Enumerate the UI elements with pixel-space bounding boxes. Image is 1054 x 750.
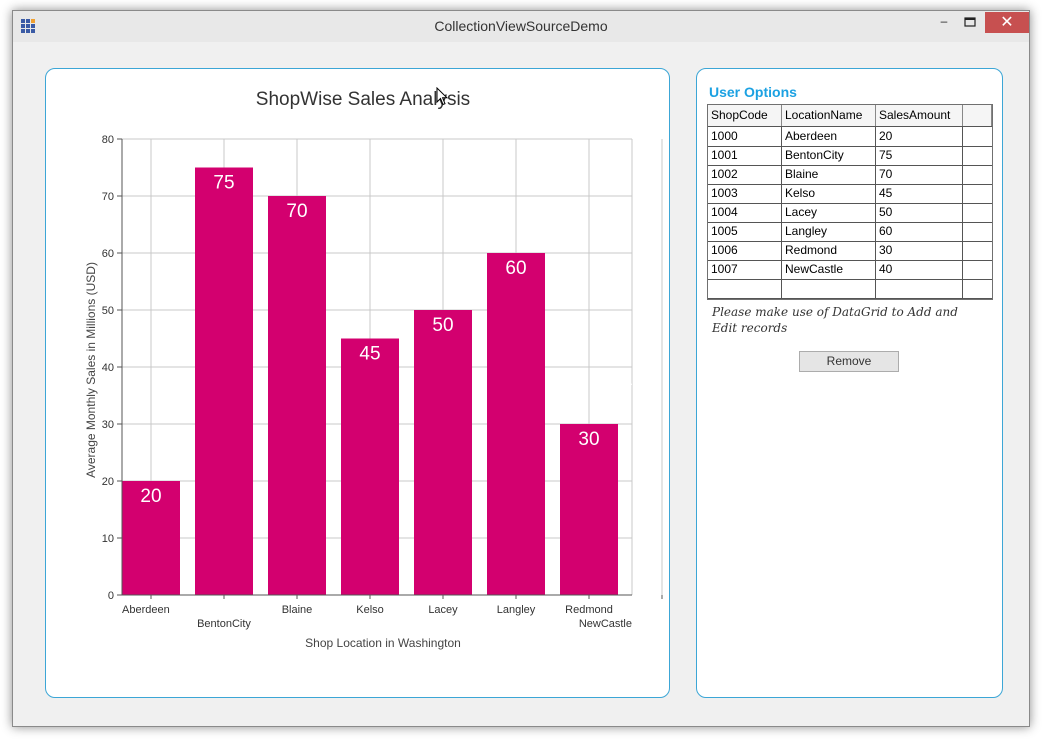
x-axis-label: Shop Location in Washington [305,636,461,650]
cell-shopcode[interactable] [708,279,782,298]
cell-salesamount[interactable]: 75 [876,146,963,165]
cell-filler [963,146,992,165]
minimize-button[interactable]: – [931,14,957,34]
bar [195,167,253,595]
cell-locationname[interactable]: Kelso [782,184,876,203]
y-tick-label: 30 [102,419,114,431]
column-header-locationname[interactable]: LocationName [782,105,876,126]
column-header-shopcode[interactable]: ShopCode [708,105,782,126]
y-tick-label: 60 [102,248,114,260]
table-row[interactable]: 1005 Langley 60 [708,222,992,242]
table-row[interactable]: 1001 BentonCity 75 [708,146,992,166]
cell-salesamount[interactable]: 45 [876,184,963,203]
column-header-filler [963,105,992,126]
sales-chart: ShopWise Sales Analysis Average Monthly … [84,89,663,650]
bar-value-label: 50 [432,315,453,336]
plot-area: 0 10 20 30 40 50 60 70 80 20 75 70 45 50 60 30 40 Aberdee… [102,134,663,630]
cell-salesamount[interactable]: 40 [876,260,963,279]
y-tick-label: 70 [102,191,114,203]
remove-button[interactable]: Remove [799,351,899,372]
cell-salesamount[interactable]: 30 [876,241,963,260]
options-title: User Options [709,84,797,100]
shop-data-grid[interactable]: ShopCode LocationName SalesAmount 1000 Ab… [707,104,993,300]
title-bar[interactable]: CollectionViewSourceDemo – ✕ [13,11,1029,42]
bar [414,310,472,595]
cell-filler [963,260,992,279]
new-row-placeholder[interactable] [708,279,992,299]
table-row[interactable]: 1003 Kelso 45 [708,184,992,204]
y-tick-label: 80 [102,134,114,146]
table-row[interactable]: 1002 Blaine 70 [708,165,992,185]
cell-shopcode[interactable]: 1002 [708,165,782,184]
cell-salesamount[interactable]: 20 [876,127,963,146]
cell-filler [963,184,992,203]
user-options-panel: User Options ShopCode LocationName Sales… [696,68,1003,698]
y-tick-label: 40 [102,362,114,374]
mouse-cursor-icon [436,87,448,106]
cell-locationname[interactable]: Aberdeen [782,127,876,146]
table-row[interactable]: 1000 Aberdeen 20 [708,127,992,147]
x-tick-label: Lacey [428,604,458,616]
cell-shopcode[interactable]: 1004 [708,203,782,222]
column-header-salesamount[interactable]: SalesAmount [876,105,963,126]
instruction-note: Please make use of DataGrid to Add and E… [712,305,958,335]
cell-locationname[interactable]: BentonCity [782,146,876,165]
cell-shopcode[interactable]: 1005 [708,222,782,241]
bar-value-label: 45 [359,344,380,365]
bar-value-label: 20 [140,486,161,507]
y-tick-label: 0 [108,590,114,602]
cell-shopcode[interactable]: 1007 [708,260,782,279]
window-title: CollectionViewSourceDemo [434,18,608,34]
chart-panel: ShopWise Sales Analysis Average Monthly … [45,68,670,698]
y-axis-label: Average Monthly Sales in Millions (USD) [84,262,98,478]
cell-salesamount[interactable] [876,279,963,298]
cell-filler [963,222,992,241]
table-row[interactable]: 1006 Redmond 30 [708,241,992,261]
bar [268,196,326,595]
close-button[interactable]: ✕ [985,12,1029,33]
cell-filler [963,241,992,260]
y-tick-label: 50 [102,305,114,317]
cell-salesamount[interactable]: 50 [876,203,963,222]
cell-filler [963,279,992,298]
cell-filler [963,165,992,184]
app-window: CollectionViewSourceDemo – ✕ ShopWise Sa… [12,10,1030,727]
cell-shopcode[interactable]: 1003 [708,184,782,203]
y-tick-label: 20 [102,476,114,488]
cell-filler [963,127,992,146]
cell-locationname[interactable]: Blaine [782,165,876,184]
bar-value-label: 40 [622,372,643,393]
bar-value-label: 75 [213,173,234,194]
bar [487,253,545,595]
bar-value-label: 30 [578,429,599,450]
cell-locationname[interactable]: Langley [782,222,876,241]
table-row[interactable]: 1007 NewCastle 40 [708,260,992,280]
x-tick-label: Langley [497,604,536,616]
cell-shopcode[interactable]: 1000 [708,127,782,146]
maximize-button[interactable] [957,14,983,34]
bar-value-label: 70 [286,201,307,222]
y-tick-label: 10 [102,533,114,545]
cell-shopcode[interactable]: 1001 [708,146,782,165]
x-tick-label: Redmond [565,604,613,616]
cell-locationname[interactable]: Lacey [782,203,876,222]
cell-salesamount[interactable]: 60 [876,222,963,241]
bar-value-label: 60 [505,258,526,279]
table-row[interactable]: 1004 Lacey 50 [708,203,992,223]
cell-shopcode[interactable]: 1006 [708,241,782,260]
bar [341,338,399,595]
x-tick-label: Aberdeen [122,604,170,616]
cell-salesamount[interactable]: 70 [876,165,963,184]
cell-locationname[interactable] [782,279,876,298]
cell-filler [963,203,992,222]
cell-locationname[interactable]: Redmond [782,241,876,260]
grid-header-row: ShopCode LocationName SalesAmount [708,105,992,127]
x-tick-label: BentonCity [197,618,251,630]
x-tick-label: Kelso [356,604,384,616]
x-tick-label: Blaine [282,604,313,616]
cell-locationname[interactable]: NewCastle [782,260,876,279]
x-tick-label: NewCastle [579,618,632,630]
